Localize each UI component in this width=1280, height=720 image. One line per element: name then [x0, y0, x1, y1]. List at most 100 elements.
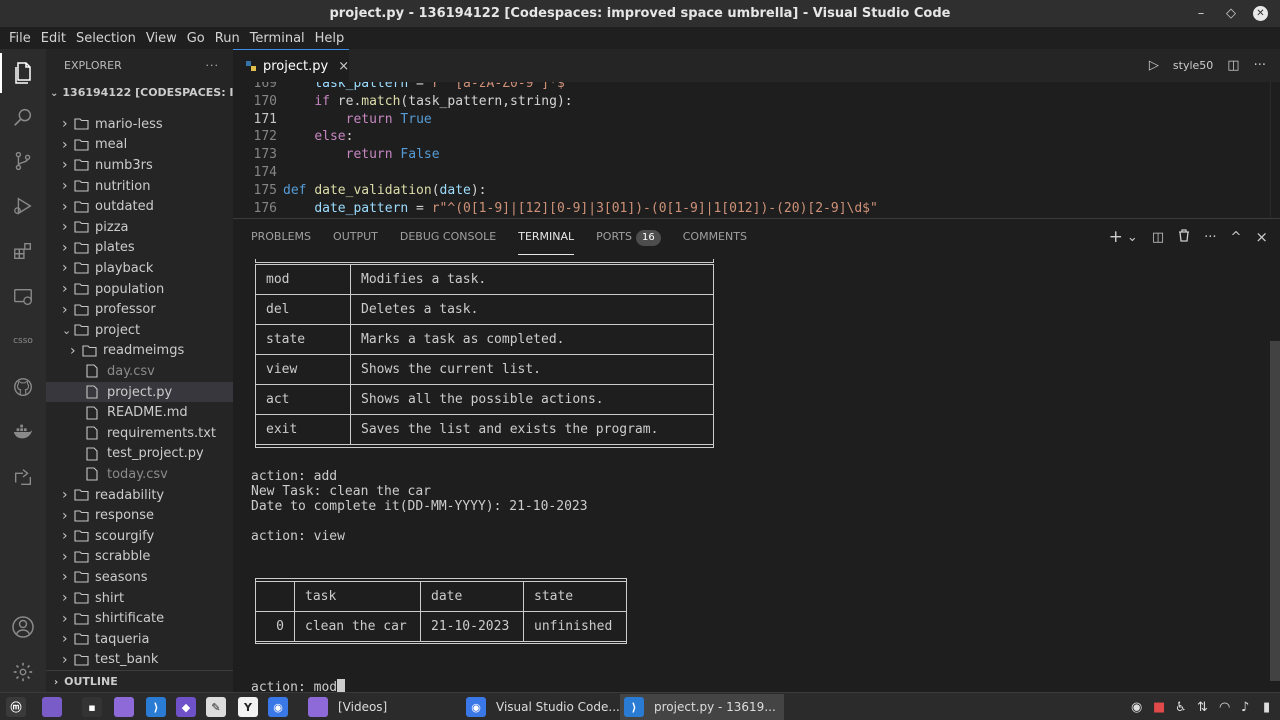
tree-item[interactable]: › professor	[46, 299, 233, 320]
tab-terminal[interactable]: TERMINAL	[518, 219, 575, 255]
tree-item[interactable]: requirements.txt	[46, 423, 233, 444]
code-line[interactable]: 170 if re.match(task_pattern,string):	[233, 93, 573, 111]
tree-item[interactable]: › meal	[46, 135, 233, 156]
close-icon[interactable]: ✕	[1253, 6, 1268, 21]
close-panel-icon[interactable]: ×	[1255, 228, 1268, 246]
run-debug-icon[interactable]	[0, 186, 46, 226]
tree-item[interactable]: › response	[46, 505, 233, 526]
network-icon[interactable]: ⇅	[1197, 696, 1208, 718]
tree-item[interactable]: README.md	[46, 402, 233, 423]
tab-comments[interactable]: COMMENTS	[683, 219, 747, 255]
code-line[interactable]: 173 return False	[233, 146, 440, 164]
search-icon[interactable]	[0, 97, 46, 137]
minimize-icon[interactable]: –	[1186, 0, 1216, 27]
tab-problems[interactable]: PROBLEMS	[251, 219, 311, 255]
menu-help[interactable]: Help	[310, 31, 350, 46]
tree-item[interactable]: › playback	[46, 258, 233, 279]
tree-item[interactable]: › seasons	[46, 567, 233, 588]
taskbar-launcher[interactable]: ◆	[176, 696, 196, 718]
taskbar-launcher[interactable]	[42, 696, 62, 718]
menu-file[interactable]: File	[4, 31, 36, 46]
volume-icon[interactable]: ♪	[1241, 696, 1249, 718]
chrome-tray-icon[interactable]: ◉	[1131, 696, 1142, 718]
extensions-icon[interactable]	[0, 231, 46, 271]
tree-item[interactable]: › mario-less	[46, 114, 233, 135]
tree-item[interactable]: › shirtificate	[46, 608, 233, 629]
trash-icon[interactable]	[1178, 228, 1190, 246]
taskbar-launcher[interactable]: ▪	[82, 696, 102, 718]
tab-project-py[interactable]: project.py ×	[233, 49, 349, 82]
tab-output[interactable]: OUTPUT	[333, 219, 378, 255]
taskbar-window-button[interactable]: ◉ Visual Studio Code...	[466, 696, 620, 718]
menu-view[interactable]: View	[141, 31, 182, 46]
account-icon[interactable]	[0, 607, 46, 647]
taskbar-launcher[interactable]: ⓜ	[6, 696, 26, 718]
tree-item[interactable]: › plates	[46, 238, 233, 259]
record-icon[interactable]: ■	[1153, 696, 1165, 718]
settings-gear-icon[interactable]	[0, 652, 46, 692]
taskbar-launcher[interactable]: Y	[238, 696, 258, 718]
explorer-icon[interactable]	[0, 53, 46, 93]
more-actions-icon[interactable]: ···	[206, 49, 220, 82]
taskbar-window-button[interactable]: ⟩ project.py - 13619...	[620, 694, 784, 720]
terminal-dropdown-icon[interactable]: ⌄	[1127, 230, 1138, 245]
wifi-icon[interactable]: ◠	[1219, 696, 1230, 718]
tree-item[interactable]: › scrabble	[46, 547, 233, 568]
editor-scrollbar[interactable]	[1270, 82, 1280, 218]
code-line[interactable]: 171 return True	[233, 111, 432, 129]
source-control-icon[interactable]	[0, 141, 46, 181]
tab-close-icon[interactable]: ×	[338, 59, 349, 74]
tree-item[interactable]: › scourgify	[46, 526, 233, 547]
menu-terminal[interactable]: Terminal	[245, 31, 310, 46]
tree-item[interactable]: › nutrition	[46, 176, 233, 197]
taskbar-launcher[interactable]: ✎	[206, 696, 226, 718]
code-line[interactable]: 176 date_pattern = r"^(0[1-9]|[12][0-9]|…	[233, 200, 878, 218]
tree-item[interactable]: › pizza	[46, 217, 233, 238]
github-icon[interactable]	[0, 367, 46, 407]
remote-explorer-icon[interactable]	[0, 277, 46, 317]
tree-item[interactable]: today.csv	[46, 464, 233, 485]
code-line[interactable]: 169 task_pattern = r"^[a-zA-Z0-9 ]*$"	[233, 82, 573, 93]
code-editor[interactable]: 169 task_pattern = r"^[a-zA-Z0-9 ]*$" 170…	[233, 82, 1280, 218]
tree-item[interactable]: project.py	[46, 381, 233, 403]
tree-item[interactable]: › readmeimgs	[46, 341, 233, 362]
tab-ports[interactable]: PORTS 16	[596, 219, 661, 255]
live-share-icon[interactable]	[0, 457, 46, 497]
terminal-scrollbar[interactable]	[1270, 341, 1280, 681]
tree-item[interactable]: › shirt	[46, 588, 233, 609]
outline-section[interactable]: › OUTLINE	[46, 670, 233, 692]
workspace-header[interactable]: ⌄136194122 [CODESPACES: IMPR...	[46, 82, 233, 104]
taskbar-launcher[interactable]: ⟩	[146, 696, 166, 718]
csso-icon[interactable]: csso	[0, 321, 46, 361]
tree-item[interactable]: ⌄ project	[46, 320, 233, 341]
menu-edit[interactable]: Edit	[36, 31, 71, 46]
tree-item[interactable]: day.csv	[46, 361, 233, 382]
accessibility-icon[interactable]: ♿	[1175, 696, 1187, 718]
tree-item[interactable]: › numb3rs	[46, 155, 233, 176]
tree-item[interactable]: › population	[46, 279, 233, 300]
run-python-icon[interactable]: ▷	[1149, 58, 1159, 73]
maximize-icon[interactable]: ◇	[1216, 0, 1246, 27]
tree-item[interactable]: › outdated	[46, 196, 233, 217]
tree-item[interactable]: test_project.py	[46, 444, 233, 465]
split-terminal-icon[interactable]: ◫	[1152, 230, 1164, 245]
taskbar-launcher[interactable]: ◉	[268, 696, 288, 718]
maximize-panel-icon[interactable]: ^	[1231, 230, 1242, 245]
code-line[interactable]: 175 def date_validation(date):	[233, 182, 487, 200]
code-line[interactable]: 174	[233, 164, 283, 182]
tab-debug-console[interactable]: DEBUG CONSOLE	[400, 219, 496, 255]
tree-item[interactable]: › taqueria	[46, 629, 233, 650]
more-actions-icon[interactable]: ···	[1254, 58, 1266, 73]
menu-go[interactable]: Go	[182, 31, 210, 46]
taskbar-window-button[interactable]: [Videos]	[308, 696, 387, 718]
split-editor-icon[interactable]: ◫	[1227, 58, 1239, 73]
new-terminal-icon[interactable]: +	[1109, 227, 1123, 247]
menu-selection[interactable]: Selection	[71, 31, 141, 46]
terminal-output[interactable]: mod Modifies a task. del Deletes a task. sta…	[251, 255, 1261, 695]
more-actions-icon[interactable]: ···	[1204, 230, 1216, 245]
menu-run[interactable]: Run	[210, 31, 245, 46]
tree-item[interactable]: › test_bank	[46, 650, 233, 671]
battery-icon[interactable]: ▮	[1263, 696, 1270, 718]
taskbar-launcher[interactable]	[114, 696, 134, 718]
code-line[interactable]: 172 else:	[233, 128, 354, 146]
